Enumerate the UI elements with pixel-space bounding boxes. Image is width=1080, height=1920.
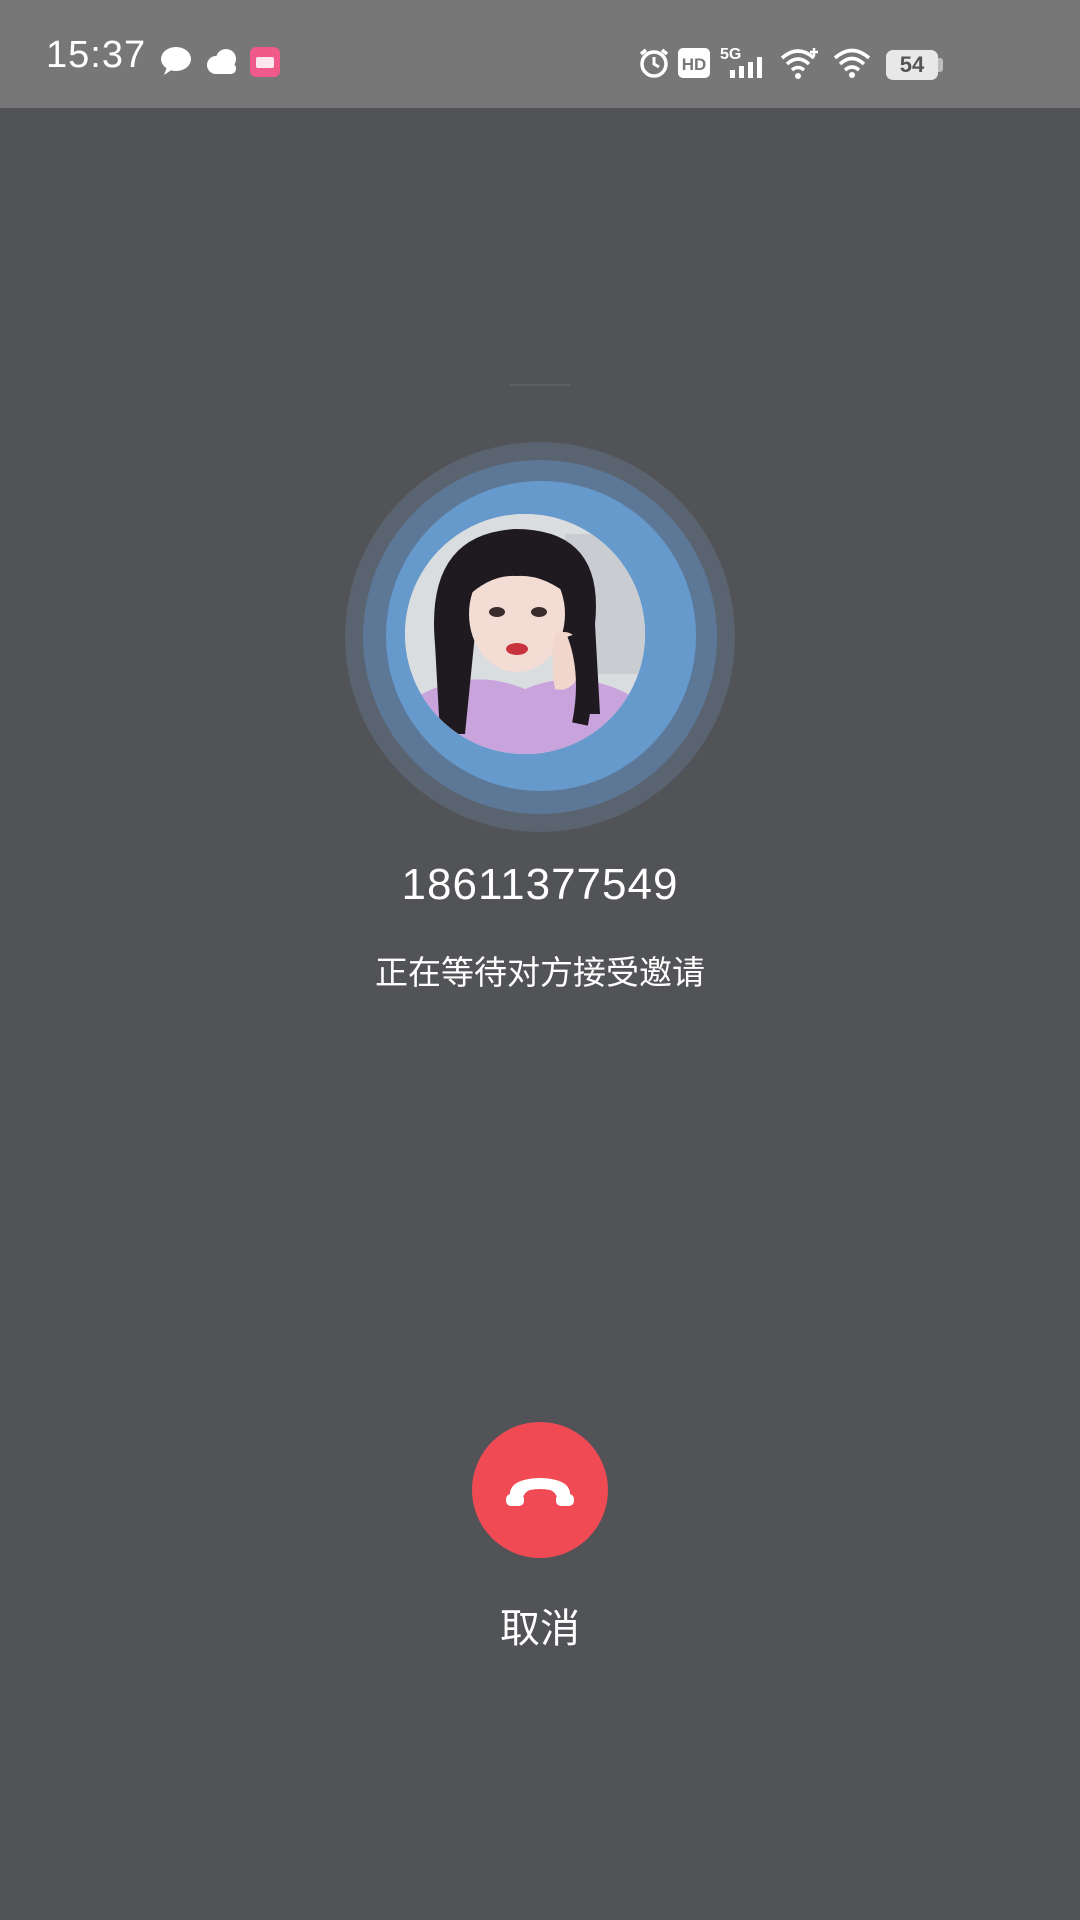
weather-cloud-icon bbox=[207, 49, 236, 74]
alarm-icon bbox=[639, 48, 669, 78]
message-icon bbox=[161, 47, 191, 75]
status-time: 15:37 bbox=[46, 34, 147, 76]
phone-hangup-icon bbox=[506, 1478, 574, 1506]
battery-indicator: 54 bbox=[886, 50, 938, 80]
wifi-plus-icon bbox=[780, 48, 818, 79]
avatar bbox=[405, 514, 645, 754]
hd-icon: HD bbox=[678, 48, 710, 78]
5g-signal-icon: 5G bbox=[720, 46, 762, 78]
wifi-icon bbox=[834, 48, 870, 78]
caller-number: 18611377549 bbox=[401, 860, 679, 909]
status-bar: 15:37 HD 5G 54 bbox=[0, 0, 1080, 108]
battery-tip bbox=[938, 58, 943, 72]
call-status-text: 正在等待对方接受邀请 bbox=[375, 953, 705, 992]
battery-level: 54 bbox=[899, 52, 925, 77]
app-notification-icon bbox=[250, 47, 280, 77]
avatar-photo bbox=[405, 514, 645, 754]
divider-line bbox=[510, 384, 570, 386]
hd-label: HD bbox=[682, 55, 707, 74]
cancel-call-button[interactable] bbox=[472, 1422, 608, 1558]
cancel-label: 取消 bbox=[500, 1606, 580, 1652]
network-label: 5G bbox=[720, 46, 741, 63]
call-screen: 15:37 HD 5G 54 18611377549 正在等待对方接受邀请 取消 bbox=[0, 0, 1080, 1920]
